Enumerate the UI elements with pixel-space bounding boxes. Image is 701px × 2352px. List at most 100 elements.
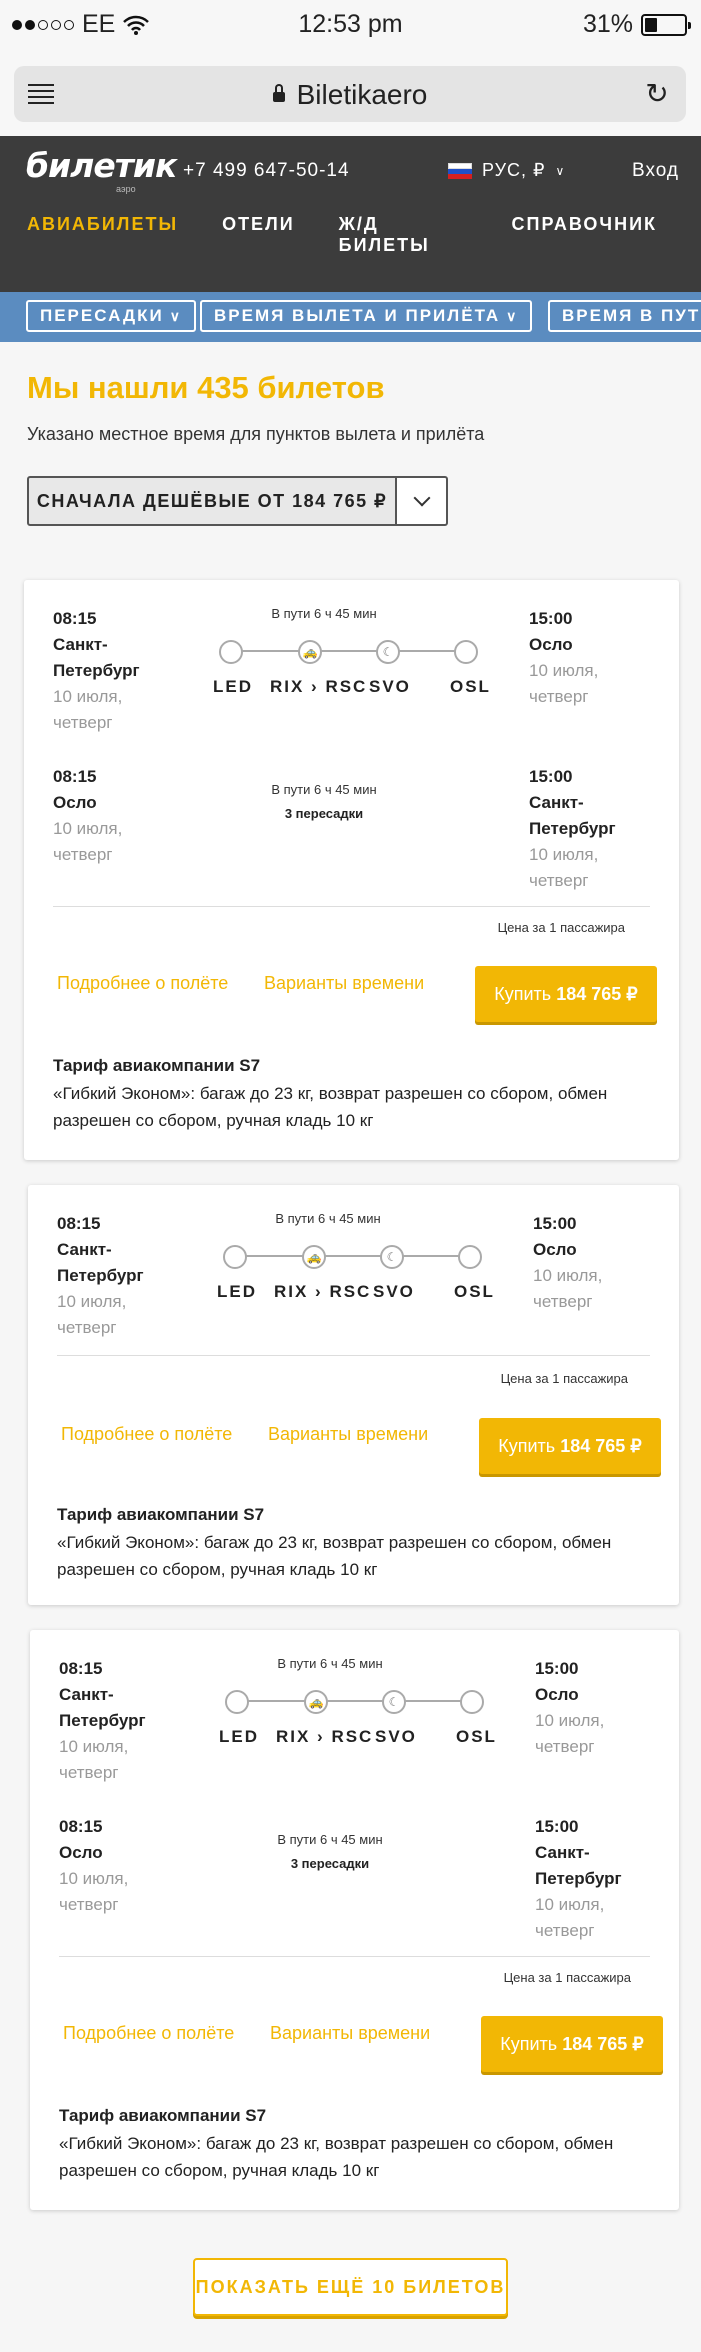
time-variants-link[interactable]: Варианты времени: [270, 2023, 430, 2044]
airport-code: LED: [217, 1282, 257, 1301]
departure-city: Санкт-Петербург: [53, 635, 140, 680]
lock-icon: [272, 84, 285, 103]
site-header: билетик аэро +7 499 647-50-14 РУС, ₽ ∨ В…: [0, 136, 701, 292]
arrival-city: Санкт-Петербург: [529, 793, 616, 838]
address-bar[interactable]: Biletikaero ↻: [14, 66, 686, 122]
chevron-down-icon: ∨: [506, 308, 519, 324]
flight-duration: В пути 6 ч 45 мин: [277, 1832, 383, 1847]
filter-duration[interactable]: ВРЕМЯ В ПУТИ∨: [548, 300, 701, 332]
buy-button[interactable]: Купить 184 765 ₽: [479, 1418, 661, 1474]
main-nav: АВИАБИЛЕТЫ ОТЕЛИ Ж/Д БИЛЕТЫ СПРАВОЧНИК: [27, 214, 701, 256]
results-subtitle: Указано местное время для пунктов вылета…: [27, 424, 485, 444]
ticket-card: 08:15 Санкт-Петербург 10 июля, четверг В п…: [24, 580, 679, 1160]
arrival-date: 10 июля, четверг: [535, 1895, 605, 1940]
arrival-time: 15:00: [533, 1214, 577, 1233]
arrival-time: 15:00: [529, 609, 573, 628]
chevron-down-icon: ∨: [169, 308, 182, 324]
tariff-title: Тариф авиакомпании S7: [59, 2106, 267, 2125]
status-bar: EE 12:53 pm 31%: [0, 0, 701, 52]
sort-select[interactable]: СНАЧАЛА ДЕШЁВЫЕ ОТ 184 765 ₽: [27, 476, 397, 526]
time-variants-link[interactable]: Варианты времени: [264, 973, 424, 994]
flight-duration: В пути 6 ч 45 мин: [271, 606, 377, 621]
buy-button[interactable]: Купить 184 765 ₽: [481, 2016, 663, 2072]
battery-icon: [641, 13, 691, 36]
airport-code: LED: [213, 677, 253, 696]
taxi-icon: 🚕: [298, 640, 322, 664]
departure-city: Санкт-Петербург: [59, 1685, 146, 1730]
ticket-card: 08:15 Санкт-Петербург 10 июля, четверг В п…: [28, 1185, 679, 1605]
buy-button[interactable]: Купить 184 765 ₽: [475, 966, 657, 1022]
language-label: РУС, ₽: [482, 160, 546, 180]
route-line: [231, 1700, 471, 1702]
flight-duration: В пути 6 ч 45 мин: [277, 1656, 383, 1671]
airport-code: RIX › RSC: [270, 677, 368, 696]
reload-icon[interactable]: ↻: [642, 79, 672, 109]
airport-code: SVO: [369, 677, 411, 696]
logo-subtitle: аэро: [116, 184, 136, 194]
departure-time: 08:15: [53, 767, 97, 786]
browser-bar: Biletikaero ↻: [0, 52, 701, 136]
nav-flights[interactable]: АВИАБИЛЕТЫ: [27, 214, 178, 256]
arrival-city: Осло: [535, 1685, 579, 1704]
arrival-time: 15:00: [535, 1659, 579, 1678]
url-text: Biletikaero: [296, 79, 428, 110]
moon-icon: ☾: [382, 1690, 406, 1714]
flight-details-link[interactable]: Подробнее о полёте: [57, 973, 228, 994]
results-title: Мы нашли 435 билетов: [27, 370, 385, 405]
arrival-city: Санкт-Петербург: [535, 1843, 622, 1888]
departure-city: Осло: [53, 793, 97, 812]
airport-dot: [460, 1690, 484, 1714]
flight-duration: В пути 6 ч 45 мин: [271, 782, 377, 797]
tariff-description: «Гибкий Эконом»: багаж до 23 кг, возврат…: [59, 2134, 614, 2180]
divider: [57, 1355, 650, 1356]
departure-time: 08:15: [59, 1659, 103, 1678]
price-note: Цена за 1 пассажира: [503, 1970, 631, 1985]
airport-dot: [458, 1245, 482, 1269]
login-link[interactable]: Вход: [632, 160, 679, 182]
arrival-date: 10 июля, четверг: [533, 1266, 603, 1311]
tariff-title: Тариф авиакомпании S7: [53, 1056, 261, 1075]
language-currency-selector[interactable]: РУС, ₽ ∨: [448, 160, 565, 181]
ticket-price: 184 765 ₽: [556, 984, 638, 1004]
arrival-date: 10 июля, четверг: [529, 661, 599, 706]
time-variants-link[interactable]: Варианты времени: [268, 1424, 428, 1445]
battery-indicator: 31%: [583, 10, 691, 39]
departure-city: Санкт-Петербург: [57, 1240, 144, 1285]
filter-times[interactable]: ВРЕМЯ ВЫЛЕТА И ПРИЛЁТА ∨: [200, 300, 533, 332]
phone-number[interactable]: +7 499 647-50-14: [183, 160, 350, 182]
stops-count: 3 пересадки: [284, 806, 364, 821]
ticket-price: 184 765 ₽: [560, 1436, 642, 1456]
departure-date: 10 июля, четверг: [53, 819, 123, 864]
taxi-icon: 🚕: [302, 1245, 326, 1269]
nav-reference[interactable]: СПРАВОЧНИК: [512, 214, 657, 256]
tariff-description: «Гибкий Эконом»: багаж до 23 кг, возврат…: [57, 1533, 612, 1579]
arrival-date: 10 июля, четверг: [529, 845, 599, 890]
departure-city: Осло: [59, 1843, 103, 1862]
taxi-icon: 🚕: [304, 1690, 328, 1714]
moon-icon: ☾: [380, 1245, 404, 1269]
tariff-description: «Гибкий Эконом»: багаж до 23 кг, возврат…: [53, 1084, 608, 1130]
airport-code: SVO: [373, 1282, 415, 1301]
airport-code: OSL: [456, 1727, 497, 1746]
route-line: [225, 650, 465, 652]
flight-details-link[interactable]: Подробнее о полёте: [61, 1424, 232, 1445]
show-more-button[interactable]: ПОКАЗАТЬ ЕЩЁ 10 БИЛЕТОВ: [193, 2258, 508, 2316]
airport-code: RIX › RSC: [276, 1727, 374, 1746]
filter-transfers[interactable]: ПЕРЕСАДКИ ∨: [26, 300, 196, 332]
filter-bar: ПЕРЕСАДКИ ∨ ВРЕМЯ ВЫЛЕТА И ПРИЛЁТА ∨ ВРЕМЯ…: [0, 292, 701, 342]
departure-date: 10 июля, четверг: [57, 1292, 127, 1337]
flight-details-link[interactable]: Подробнее о полёте: [63, 2023, 234, 2044]
divider: [53, 906, 650, 907]
nav-hotels[interactable]: ОТЕЛИ: [222, 214, 295, 256]
sort-dropdown-button[interactable]: [395, 476, 448, 526]
arrival-city: Осло: [529, 635, 573, 654]
russia-flag-icon: [448, 162, 472, 179]
tariff-title: Тариф авиакомпании S7: [57, 1505, 265, 1524]
chevron-down-icon: ∨: [555, 163, 566, 178]
logo[interactable]: билетик: [26, 146, 177, 185]
arrival-time: 15:00: [535, 1817, 579, 1836]
nav-trains[interactable]: Ж/Д БИЛЕТЫ: [339, 214, 468, 256]
flight-duration: В пути 6 ч 45 мин: [275, 1211, 381, 1226]
airport-code: OSL: [454, 1282, 495, 1301]
airport-dot: [454, 640, 478, 664]
